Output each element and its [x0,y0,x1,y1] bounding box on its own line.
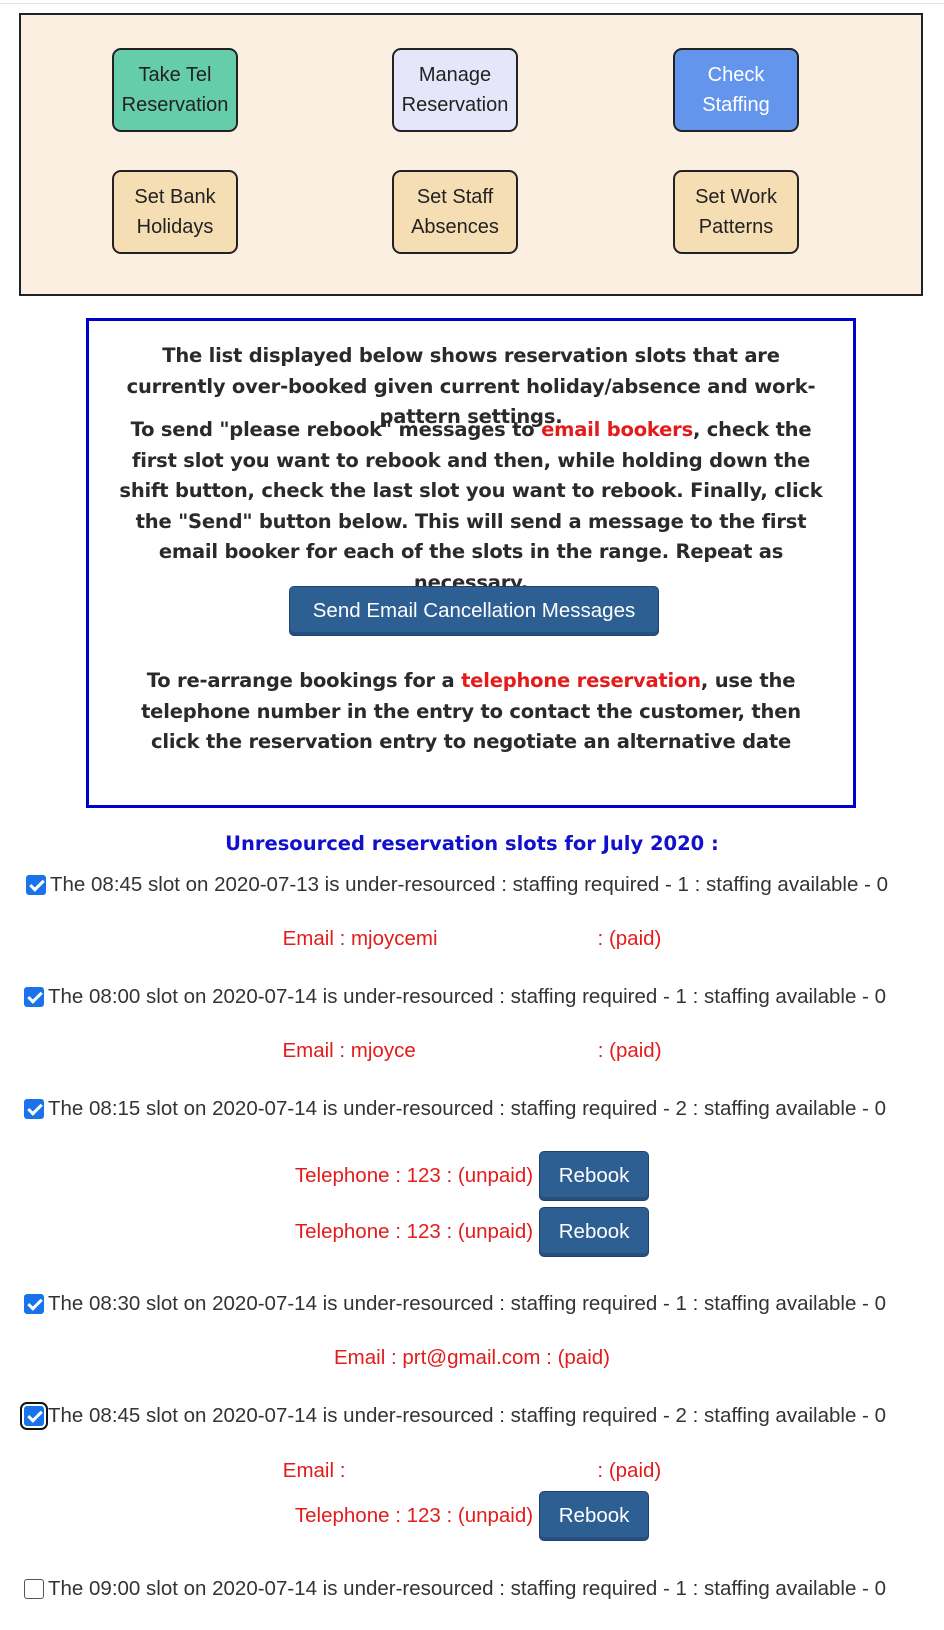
slot-row: The 09:00 slot on 2020-07-14 is under-re… [24,1574,886,1604]
take-tel-reservation-button[interactable]: Take Tel Reservation [112,48,238,132]
list-title: Unresourced reservation slots for July 2… [225,832,719,855]
manage-label-2: Reservation [401,94,509,116]
set-bank-holidays-button[interactable]: Set Bank Holidays [112,170,238,254]
booking-label: Email : mjoyce [282,1039,416,1062]
slot-checkbox[interactable] [24,1099,44,1119]
slot-row: The 08:45 slot on 2020-07-13 is under-re… [26,870,888,900]
slot-checkbox[interactable] [24,1579,44,1599]
tel-instr-text-1: To re-arrange bookings for a [146,669,462,692]
slot-row: The 08:15 slot on 2020-07-14 is under-re… [24,1094,886,1124]
booking-label: Email : mjoycemi [282,927,438,950]
slot-checkbox[interactable] [20,1402,48,1430]
slot-checkbox[interactable] [24,987,44,1007]
booking-label: Telephone : 123 : (unpaid) [294,1504,534,1527]
menu-panel: Take Tel Reservation Manage Reservation Ch… [19,13,923,296]
slot-text: The 08:45 slot on 2020-07-13 is under-re… [50,873,888,896]
manage-label-1: Manage [418,64,492,86]
booking-label: Telephone : 123 : (unpaid) [294,1220,534,1243]
email-instr-text-1: To send "please rebook" messages to [130,418,542,441]
slot-text: The 09:00 slot on 2020-07-14 is under-re… [48,1577,886,1600]
send-email-cancellation-button[interactable]: Send Email Cancellation Messages [289,586,659,636]
booking-entry[interactable]: Email : mjoycemi : (paid) [0,919,944,959]
slot-text: The 08:00 slot on 2020-07-14 is under-re… [48,985,886,1008]
bank-label-2: Holidays [136,216,214,238]
booking-tail: : (paid) [597,1039,662,1062]
booking-entry[interactable]: Email : : (paid) [0,1451,944,1491]
booking-label: Email : [282,1459,346,1482]
booking-label: Email : prt@gmail.com : (paid) [334,1346,610,1369]
rebook-button[interactable]: Rebook [539,1151,650,1201]
absences-label-1: Set Staff [416,186,494,208]
booking-tail: : (paid) [597,927,662,950]
booking-entry[interactable]: Email : mjoyce : (paid) [0,1031,944,1071]
check-label-1: Check [707,64,765,86]
slot-checkbox[interactable] [24,1294,44,1314]
patterns-label-1: Set Work [695,186,777,208]
slot-row: The 08:30 slot on 2020-07-14 is under-re… [24,1289,886,1319]
bank-label-1: Set Bank [134,186,216,208]
check-staffing-button[interactable]: Check Staffing [673,48,799,132]
telephone-reservation-highlight: telephone reservation [461,669,701,692]
instructions-panel: The list displayed below shows reservati… [86,318,856,808]
rebook-button[interactable]: Rebook [539,1207,650,1257]
check-label-2: Staffing [702,94,770,116]
slot-text: The 08:30 slot on 2020-07-14 is under-re… [48,1292,886,1315]
set-staff-absences-button[interactable]: Set Staff Absences [392,170,518,254]
take-tel-label-1: Take Tel [138,64,212,86]
booking-entry[interactable]: Telephone : 123 : (unpaid) Rebook [0,1150,944,1202]
slot-checkbox[interactable] [26,875,46,895]
slot-row: The 08:45 slot on 2020-07-14 is under-re… [20,1401,886,1431]
booking-label: Telephone : 123 : (unpaid) [294,1164,534,1187]
instructions-telephone: To re-arrange bookings for a telephone r… [89,666,853,758]
booking-entry[interactable]: Telephone : 123 : (unpaid) Rebook [0,1206,944,1258]
slot-text: The 08:15 slot on 2020-07-14 is under-re… [48,1097,886,1120]
absences-label-2: Absences [411,216,499,238]
set-work-patterns-button[interactable]: Set Work Patterns [673,170,799,254]
slot-text: The 08:45 slot on 2020-07-14 is under-re… [48,1404,886,1427]
instructions-email: To send "please rebook" messages to emai… [89,415,853,598]
booking-tail: : (paid) [597,1459,662,1482]
email-instr-text-2: , check the first slot you want to reboo… [119,418,823,594]
patterns-label-2: Patterns [698,216,774,238]
slot-row: The 08:00 slot on 2020-07-14 is under-re… [24,982,886,1012]
booking-entry[interactable]: Email : prt@gmail.com : (paid) [0,1338,944,1378]
top-divider [0,0,944,4]
take-tel-label-2: Reservation [121,94,229,116]
rebook-button[interactable]: Rebook [539,1491,650,1541]
booking-entry[interactable]: Telephone : 123 : (unpaid) Rebook [0,1490,944,1542]
manage-reservation-button[interactable]: Manage Reservation [392,48,518,132]
email-bookers-highlight: email bookers [541,418,693,441]
